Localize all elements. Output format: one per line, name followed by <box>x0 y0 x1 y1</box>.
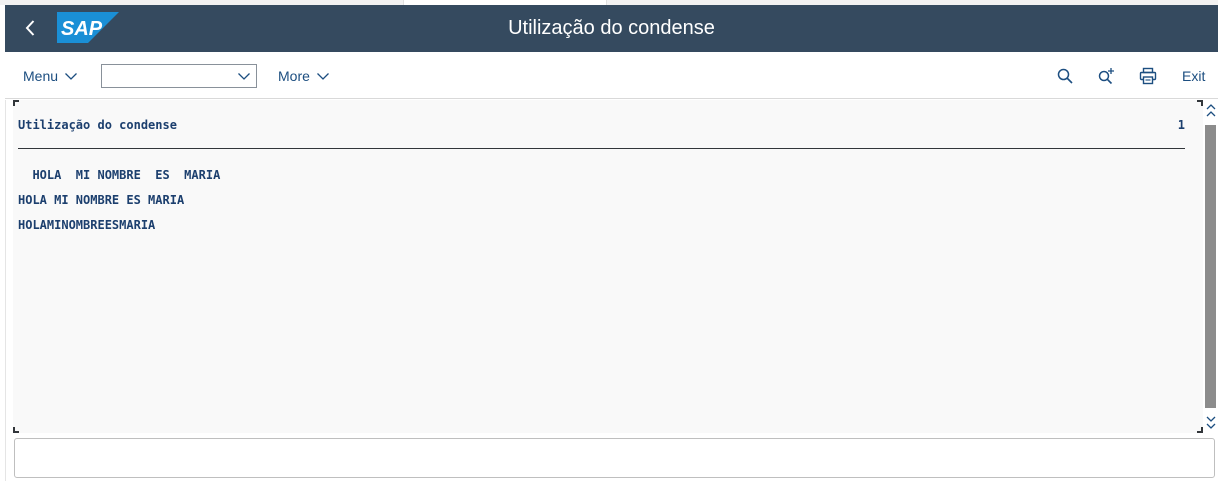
report-line: HOLAMINOMBREESMARIA <box>18 218 156 232</box>
search-next-icon <box>1098 68 1114 85</box>
report-title: Utilização do condense <box>18 118 177 132</box>
menu-button-label: Menu <box>23 68 59 84</box>
scroll-down-button[interactable] <box>1203 411 1218 433</box>
search-icon <box>1057 68 1073 84</box>
print-button[interactable] <box>1136 64 1160 88</box>
exit-button[interactable]: Exit <box>1182 64 1205 88</box>
command-dropdown[interactable] <box>101 64 257 88</box>
find-next-button[interactable] <box>1094 64 1118 88</box>
scrollbar-thumb[interactable] <box>1205 125 1216 408</box>
sap-logo: SAP <box>57 12 119 43</box>
header-divider <box>18 148 1185 149</box>
left-edge-divider <box>5 100 6 481</box>
chevron-down-icon <box>1206 416 1215 429</box>
chevron-left-icon <box>25 20 35 36</box>
shell-header: SAP Utilização do condense <box>5 5 1218 52</box>
corner-marker <box>13 100 19 106</box>
more-button-label: More <box>278 68 310 84</box>
page-number: 1 <box>1177 118 1185 132</box>
page-title: Utilização do condense <box>508 17 715 39</box>
command-field[interactable] <box>14 438 1215 478</box>
logo-text: SAP <box>61 18 103 40</box>
chevron-down-icon <box>65 73 77 80</box>
report-line: HOLA MI NOMBRE ES MARIA <box>18 168 221 182</box>
more-button[interactable]: More <box>278 64 330 88</box>
back-button[interactable] <box>19 16 43 40</box>
corner-marker <box>13 427 19 433</box>
chevron-down-icon <box>316 73 329 80</box>
print-icon <box>1139 67 1157 85</box>
scroll-up-button[interactable] <box>1203 100 1218 122</box>
chevron-up-icon <box>1206 104 1215 117</box>
find-button[interactable] <box>1053 64 1077 88</box>
application-toolbar: Menu More Exit <box>5 52 1218 99</box>
menu-button[interactable]: Menu <box>23 64 78 88</box>
report-line: HOLA MI NOMBRE ES MARIA <box>18 193 185 207</box>
report-output-area: Utilização do condense 1 HOLA MI NOMBRE … <box>13 100 1203 433</box>
chevron-down-icon <box>238 73 250 80</box>
